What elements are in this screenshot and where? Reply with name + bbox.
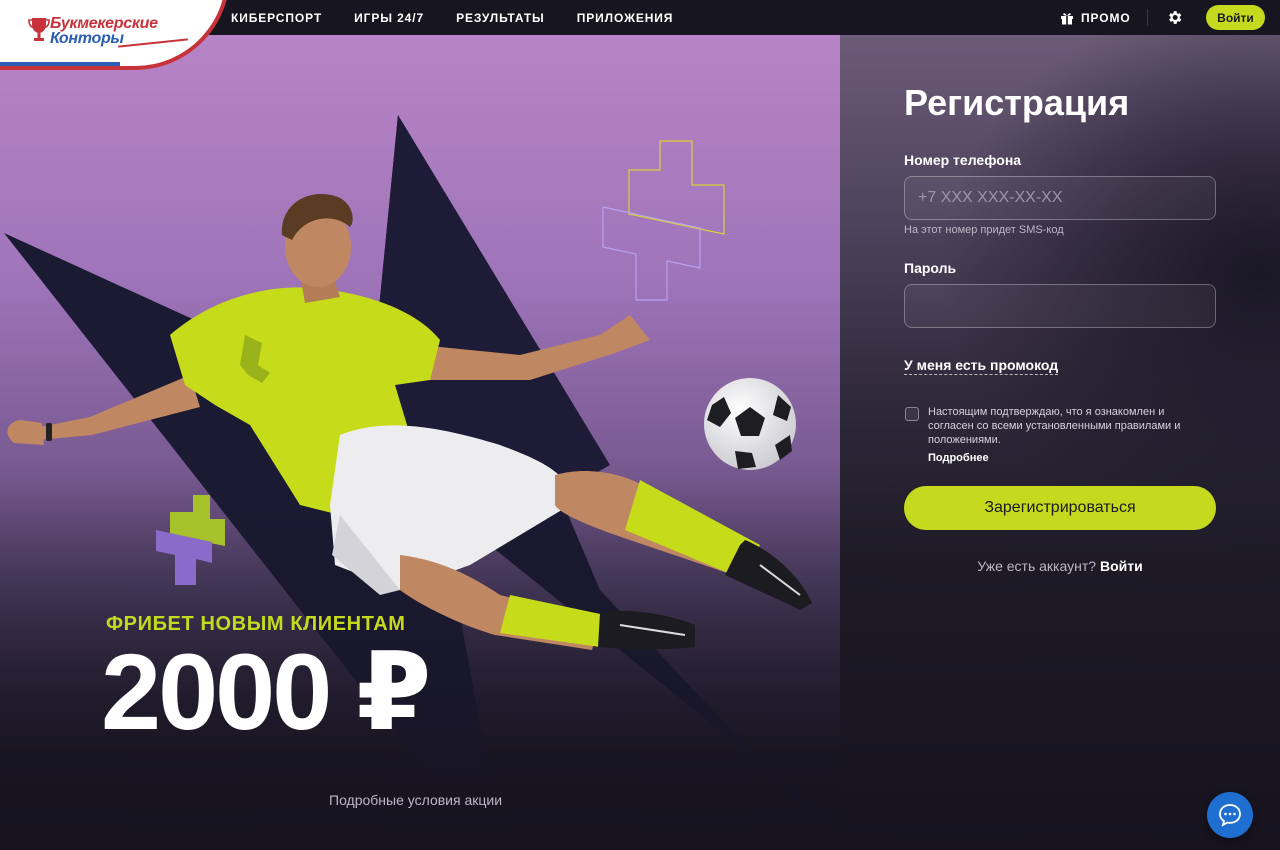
promo-hero: ФРИБЕТ НОВЫМ КЛИЕНТАМ 2000 ₽ Подробные у…: [0, 35, 840, 850]
consent-checkbox[interactable]: [905, 407, 919, 421]
nav-divider: [1147, 9, 1148, 26]
logo-accent-line: [0, 62, 120, 66]
trophy-icon: [28, 18, 50, 41]
registration-panel: Регистрация Номер телефона На этот номер…: [840, 35, 1280, 850]
promo-label: ПРОМО: [1081, 10, 1131, 25]
nav-item-esports[interactable]: КИБЕРСПОРТ: [231, 11, 322, 25]
phone-hint: На этот номер придет SMS-код: [904, 224, 1064, 236]
chat-bubble-icon: [1219, 804, 1241, 827]
main-nav: КИБЕРСПОРТ ИГРЫ 24/7 РЕЗУЛЬТАТЫ ПРИЛОЖЕН…: [231, 0, 673, 35]
have-account-row: Уже есть аккаунт? Войти: [840, 558, 1280, 574]
nav-item-games[interactable]: ИГРЫ 24/7: [354, 11, 424, 25]
register-button[interactable]: Зарегистрироваться: [904, 486, 1216, 530]
login-button[interactable]: Войти: [1206, 5, 1265, 30]
phone-label: Номер телефона: [904, 152, 1022, 168]
consent-text: Настоящим подтверждаю, что я ознакомлен …: [928, 406, 1181, 446]
phone-input[interactable]: [904, 176, 1216, 220]
soccer-ball-image: [704, 378, 796, 470]
gift-icon: [1061, 12, 1073, 24]
password-label: Пароль: [904, 260, 957, 276]
promo-code-toggle[interactable]: У меня есть промокод: [904, 357, 1059, 375]
promo-terms-link[interactable]: Подробные условия акции: [329, 792, 502, 808]
chat-button[interactable]: [1207, 792, 1253, 838]
promo-link[interactable]: ПРОМО: [1060, 0, 1131, 35]
freebet-amount: 2000 ₽: [101, 631, 431, 752]
consent-more-link[interactable]: Подробнее: [928, 452, 989, 464]
have-account-text: Уже есть аккаунт?: [977, 558, 1097, 574]
logo-text-line2: Конторы: [50, 30, 124, 47]
nav-item-apps[interactable]: ПРИЛОЖЕНИЯ: [577, 11, 674, 25]
registration-title: Регистрация: [904, 82, 1130, 123]
password-input[interactable]: [904, 284, 1216, 328]
gear-icon[interactable]: [1166, 9, 1183, 26]
login-link[interactable]: Войти: [1100, 558, 1143, 574]
nav-item-results[interactable]: РЕЗУЛЬТАТЫ: [456, 11, 545, 25]
